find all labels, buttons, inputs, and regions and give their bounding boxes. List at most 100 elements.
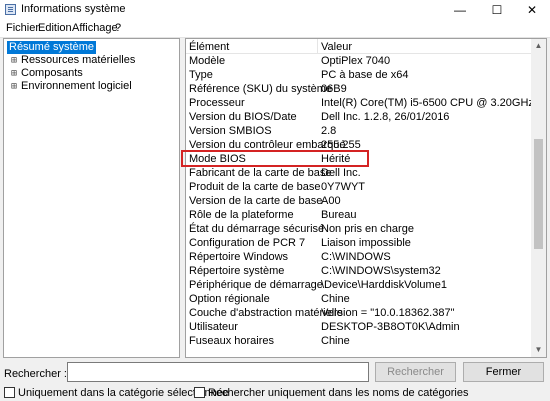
row-value: OptiPlex 7040: [321, 55, 391, 67]
row-element: Fabricant de la carte de base: [189, 167, 332, 179]
row-element: Version du BIOS/Date: [189, 111, 297, 123]
row-value: Version = "10.0.18362.387": [321, 307, 455, 319]
table-row[interactable]: Mode BIOS Hérité: [186, 152, 532, 166]
row-element: Processeur: [189, 97, 245, 109]
row-element: Version SMBIOS: [189, 125, 272, 137]
checkbox-icon[interactable]: [194, 387, 205, 398]
system-info-app-icon: [5, 4, 16, 15]
row-element: Produit de la carte de base: [189, 181, 321, 193]
row-element: Répertoire système: [189, 265, 285, 277]
row-value: \Device\HarddiskVolume1: [321, 279, 447, 291]
expand-plus-icon[interactable]: ⊞: [9, 54, 19, 67]
scroll-down-arrow-icon[interactable]: ▼: [531, 343, 546, 357]
row-value: DESKTOP-3B8OT0K\Admin: [321, 321, 460, 333]
row-element: Configuration de PCR 7: [189, 237, 306, 249]
tree-item-label: Composants: [21, 67, 83, 79]
table-row[interactable]: Répertoire Windows C:\WINDOWS: [186, 250, 532, 264]
search-input[interactable]: [67, 362, 369, 382]
table-row[interactable]: Configuration de PCR 7 Liaison impossible: [186, 236, 532, 250]
row-element: Référence (SKU) du système: [189, 83, 333, 95]
table-row[interactable]: Utilisateur DESKTOP-3B8OT0K\Admin: [186, 320, 532, 334]
table-row[interactable]: Périphérique de démarrage \Device\Harddis…: [186, 278, 532, 292]
window-title: Informations système: [21, 3, 126, 15]
row-value: Dell Inc. 1.2.8, 26/01/2016: [321, 111, 450, 123]
table-row[interactable]: Processeur Intel(R) Core(TM) i5-6500 CPU …: [186, 96, 532, 110]
tree-item-label: Ressources matérielles: [21, 54, 136, 66]
menu-fichier[interactable]: Fichier: [6, 22, 39, 34]
close-button[interactable]: Fermer: [463, 362, 544, 382]
tree-item-ressources-materielles[interactable]: ⊞ Ressources matérielles: [9, 54, 135, 67]
row-value: A00: [321, 195, 341, 207]
row-value: 2.8: [321, 125, 337, 137]
checkbox-icon[interactable]: [4, 387, 15, 398]
table-row[interactable]: Version du BIOS/Date Dell Inc. 1.2.8, 26/…: [186, 110, 532, 124]
row-element: Utilisateur: [189, 321, 238, 333]
row-element: État du démarrage sécurisé: [189, 223, 325, 235]
table-row[interactable]: État du démarrage sécurisé Non pris en ch…: [186, 222, 532, 236]
row-element: Couche d'abstraction matérielle: [189, 307, 343, 319]
row-element: Fuseaux horaires: [189, 335, 274, 347]
table-row[interactable]: Rôle de la plateforme Bureau: [186, 208, 532, 222]
tree-item-label: Environnement logiciel: [21, 80, 132, 92]
close-window-button[interactable]: ✕: [514, 0, 550, 20]
row-element: Répertoire Windows: [189, 251, 289, 263]
table-row[interactable]: Type PC à base de x64: [186, 68, 532, 82]
row-value: Dell Inc.: [321, 167, 361, 179]
row-element: Type: [189, 69, 213, 81]
row-element: Option régionale: [189, 293, 270, 305]
row-element: Version de la carte de base: [189, 195, 323, 207]
list-column-headers: Élément Valeur: [186, 39, 532, 54]
search-button[interactable]: Rechercher: [375, 362, 456, 382]
table-row[interactable]: Répertoire système C:\WINDOWS\system32: [186, 264, 532, 278]
row-value: Bureau: [321, 209, 357, 221]
menu-affichage[interactable]: Affichage: [72, 22, 118, 34]
row-value: Hérité: [321, 153, 351, 165]
table-row[interactable]: Fabricant de la carte de base Dell Inc.: [186, 166, 532, 180]
table-row[interactable]: Fuseaux horaires Chine: [186, 334, 532, 348]
tree-item-environnement-logiciel[interactable]: ⊞ Environnement logiciel: [9, 80, 132, 93]
row-element: Périphérique de démarrage: [189, 279, 323, 291]
row-value: C:\WINDOWS\system32: [321, 265, 441, 277]
row-value: 255.255: [321, 139, 361, 151]
tree-item-composants[interactable]: ⊞ Composants: [9, 67, 83, 80]
table-row[interactable]: Version de la carte de base A00: [186, 194, 532, 208]
title-bar: Informations système — ☐ ✕: [0, 0, 550, 20]
table-row[interactable]: Référence (SKU) du système 06B9: [186, 82, 532, 96]
scrollbar-thumb[interactable]: [534, 139, 543, 249]
menu-help[interactable]: ?: [115, 22, 121, 34]
table-row[interactable]: Couche d'abstraction matérielle Version =…: [186, 306, 532, 320]
row-element: Rôle de la plateforme: [189, 209, 294, 221]
row-value: Chine: [321, 335, 350, 347]
checkbox-label: Rechercher uniquement dans les noms de c…: [208, 387, 469, 399]
row-value: Chine: [321, 293, 350, 305]
table-row[interactable]: Modèle OptiPlex 7040: [186, 54, 532, 68]
row-value: Non pris en charge: [321, 223, 414, 235]
row-element: Mode BIOS: [189, 153, 246, 165]
expand-plus-icon[interactable]: ⊞: [9, 67, 19, 80]
tree-item-resume-systeme[interactable]: Résumé système: [7, 41, 96, 54]
row-value: Liaison impossible: [321, 237, 411, 249]
details-list: Élément Valeur Modèle OptiPlex 7040 Type PC…: [185, 38, 547, 358]
column-divider[interactable]: [317, 39, 318, 53]
table-row[interactable]: Version du contrôleur embarqué 255.255: [186, 138, 532, 152]
table-row[interactable]: Option régionale Chine: [186, 292, 532, 306]
scroll-up-arrow-icon[interactable]: ▲: [531, 39, 546, 53]
row-value: Intel(R) Core(TM) i5-6500 CPU @ 3.20GHz,…: [321, 97, 532, 109]
row-value: C:\WINDOWS: [321, 251, 391, 263]
menu-edition[interactable]: Edition: [38, 22, 72, 34]
checkbox-category-names[interactable]: Rechercher uniquement dans les noms de c…: [194, 387, 468, 400]
row-value: 06B9: [321, 83, 347, 95]
maximize-button[interactable]: ☐: [479, 0, 515, 20]
table-row[interactable]: Version SMBIOS 2.8: [186, 124, 532, 138]
category-tree: Résumé système ⊞ Ressources matérielles ⊞…: [3, 38, 180, 358]
table-row[interactable]: Produit de la carte de base 0Y7WYT: [186, 180, 532, 194]
expand-plus-icon[interactable]: ⊞: [9, 80, 19, 93]
row-value: PC à base de x64: [321, 69, 409, 81]
search-label: Rechercher :: [4, 368, 67, 380]
row-element: Modèle: [189, 55, 226, 67]
row-value: 0Y7WYT: [321, 181, 366, 193]
column-header-value[interactable]: Valeur: [321, 41, 352, 53]
vertical-scrollbar[interactable]: ▲ ▼: [531, 39, 546, 357]
column-header-element[interactable]: Élément: [189, 41, 229, 53]
minimize-button[interactable]: —: [442, 0, 478, 20]
